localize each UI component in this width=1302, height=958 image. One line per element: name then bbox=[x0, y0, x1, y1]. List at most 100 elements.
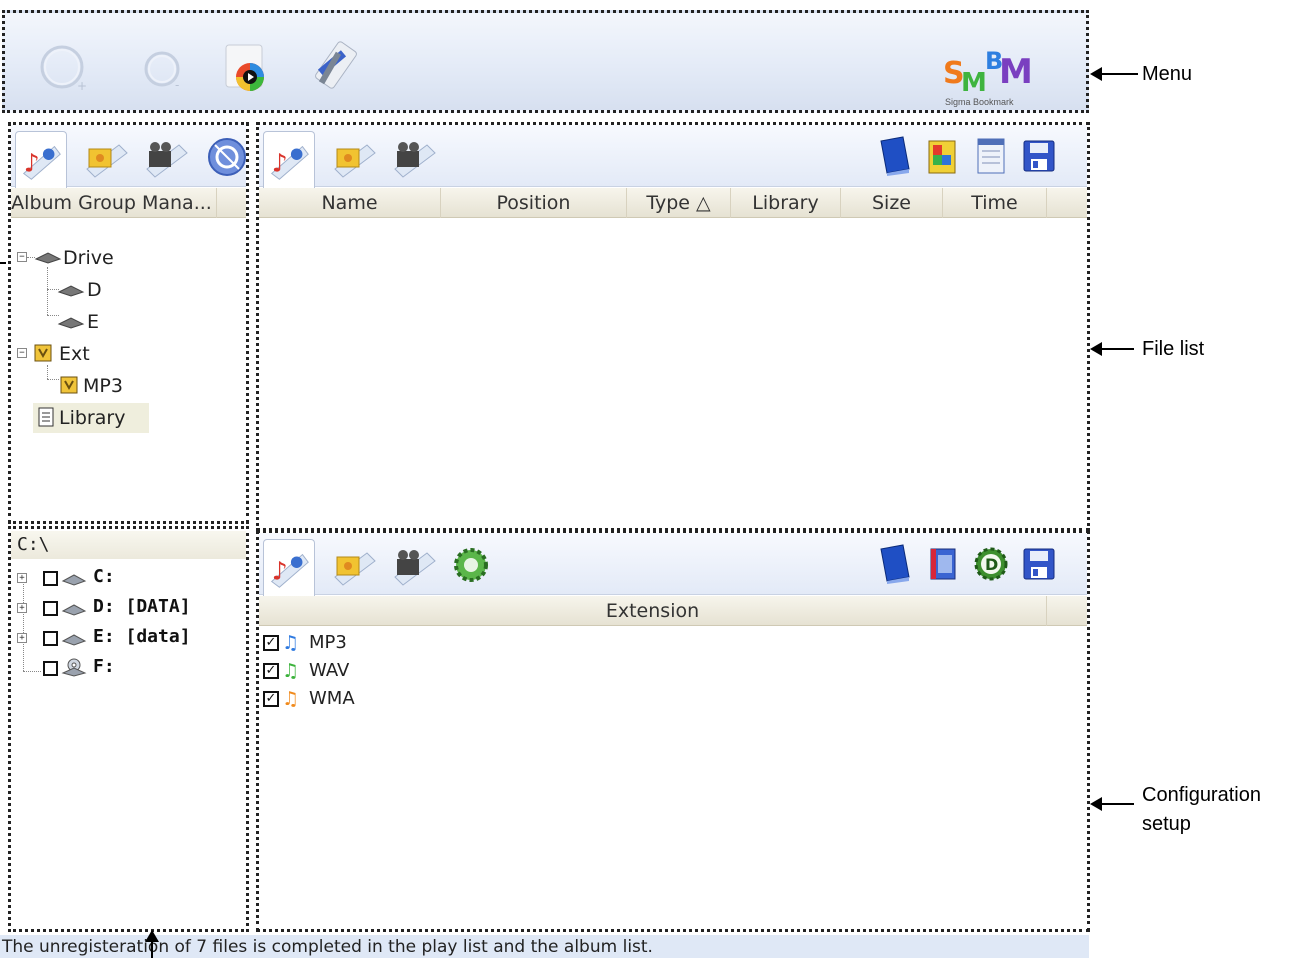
photo-tab[interactable] bbox=[329, 539, 381, 591]
drive-callout-arrow-head bbox=[145, 930, 159, 942]
book-icon[interactable] bbox=[875, 543, 915, 585]
drive-f-checkbox[interactable] bbox=[43, 661, 58, 676]
path-bar: C:\ bbox=[11, 531, 246, 559]
drive-d-icon bbox=[57, 282, 85, 298]
menu-bar: + - S M B M Sigma Bookmark bbox=[2, 10, 1089, 113]
remove-disc-icon[interactable]: - bbox=[135, 35, 195, 99]
column-name[interactable]: Name bbox=[259, 188, 441, 218]
status-bar: The unregisteration of 7 files is comple… bbox=[0, 935, 1089, 958]
svg-text:♪: ♪ bbox=[24, 149, 40, 178]
path-label: C:\ bbox=[17, 534, 50, 555]
extension-label: MP3 bbox=[309, 632, 347, 653]
cd-drive-icon bbox=[61, 657, 87, 677]
video-tab[interactable] bbox=[141, 131, 193, 183]
svg-text:-: - bbox=[175, 78, 179, 92]
svg-text:♪: ♪ bbox=[272, 557, 288, 586]
config-header-row: Extension bbox=[259, 596, 1087, 626]
tree-item-ext[interactable]: Ext bbox=[59, 342, 90, 366]
drive-e-icon bbox=[57, 314, 85, 330]
ext-folder-icon bbox=[33, 343, 53, 363]
tools-icon[interactable] bbox=[305, 35, 365, 99]
extension-label: WAV bbox=[309, 660, 350, 681]
drive-c-expand-toggle[interactable]: + bbox=[17, 573, 27, 583]
menu-callout-arrow bbox=[1090, 67, 1138, 81]
drive-d-expand-toggle[interactable]: + bbox=[17, 603, 27, 613]
column-size[interactable]: Size bbox=[841, 188, 943, 218]
tree-item-mp3[interactable]: MP3 bbox=[83, 374, 123, 398]
status-message: The unregisteration of 7 files is comple… bbox=[2, 937, 653, 957]
svg-text:+: + bbox=[77, 79, 87, 93]
album-header-row: Album Group Mana... bbox=[11, 188, 246, 218]
drive-c-checkbox[interactable] bbox=[43, 571, 58, 586]
orange-note-icon: ♫ bbox=[282, 688, 300, 710]
tree-item-e[interactable]: E bbox=[87, 310, 99, 334]
album-column-header[interactable]: Album Group Mana... bbox=[11, 188, 217, 218]
tree-item-d[interactable]: D bbox=[87, 278, 102, 302]
wma-checkbox[interactable]: ✓ bbox=[263, 691, 279, 707]
album-group-panel: ♪ Album Group Mana... − Drive D E − Ext … bbox=[8, 122, 249, 524]
puzzle-icon[interactable] bbox=[923, 135, 963, 177]
drive-collapse-toggle[interactable]: − bbox=[17, 252, 27, 262]
music-tab[interactable]: ♪ bbox=[15, 131, 67, 188]
column-library[interactable]: Library bbox=[731, 188, 841, 218]
album-callout-arrow-stub bbox=[0, 262, 6, 264]
tree-item-drive[interactable]: Drive bbox=[63, 246, 114, 270]
video-tab[interactable] bbox=[389, 539, 441, 591]
config-callout-line1: Configuration bbox=[1142, 784, 1261, 806]
drive-e-label[interactable]: E: [data] bbox=[93, 626, 191, 647]
drive-e-icon bbox=[61, 631, 87, 647]
sync-tab[interactable] bbox=[201, 131, 246, 183]
file-list-callout-arrow bbox=[1090, 342, 1134, 356]
save-icon[interactable] bbox=[1019, 543, 1059, 585]
album-tabstrip: ♪ bbox=[11, 125, 246, 188]
logo-caption: Sigma Bookmark bbox=[945, 97, 1014, 107]
mp3-checkbox[interactable]: ✓ bbox=[263, 635, 279, 651]
svg-text:M: M bbox=[961, 68, 987, 98]
library-doc-icon bbox=[37, 407, 55, 427]
ext-collapse-toggle[interactable]: − bbox=[17, 348, 27, 358]
drive-e-checkbox[interactable] bbox=[43, 631, 58, 646]
settings-tab[interactable] bbox=[445, 539, 497, 591]
photo-tab[interactable] bbox=[329, 131, 381, 183]
drive-c-label[interactable]: C: bbox=[93, 566, 115, 587]
svg-text:M: M bbox=[999, 52, 1033, 92]
film-icon[interactable] bbox=[923, 543, 963, 585]
video-tab[interactable] bbox=[389, 131, 441, 183]
photo-tab[interactable] bbox=[81, 131, 133, 183]
file-header-row: Name Position Type △ Library Size Time bbox=[259, 188, 1087, 218]
config-callout-line2: setup bbox=[1142, 813, 1191, 835]
config-callout-arrow bbox=[1090, 797, 1134, 811]
drive-d-label[interactable]: D: [DATA] bbox=[93, 596, 191, 617]
config-tabstrip: ♪ D bbox=[259, 533, 1087, 596]
tree-item-library[interactable]: Library bbox=[59, 406, 125, 430]
book-icon[interactable] bbox=[875, 135, 915, 177]
music-tab[interactable]: ♪ bbox=[263, 539, 315, 596]
drive-icon bbox=[34, 249, 62, 265]
drive-f-label[interactable]: F: bbox=[93, 656, 115, 677]
column-time[interactable]: Time bbox=[943, 188, 1047, 218]
blue-note-icon: ♫ bbox=[282, 632, 300, 654]
media-player-icon[interactable] bbox=[220, 35, 280, 99]
drive-d-checkbox[interactable] bbox=[43, 601, 58, 616]
column-position[interactable]: Position bbox=[441, 188, 627, 218]
add-disc-icon[interactable]: + bbox=[35, 35, 95, 99]
notes-icon[interactable] bbox=[971, 135, 1011, 177]
drive-d-icon bbox=[61, 601, 87, 617]
column-type[interactable]: Type △ bbox=[627, 188, 731, 218]
drive-e-expand-toggle[interactable]: + bbox=[17, 633, 27, 643]
file-list-body[interactable] bbox=[259, 219, 1087, 528]
drive-browser-panel: C:\ + C: + D: [DATA] + E: [data] F: bbox=[8, 526, 249, 932]
drive-c-icon bbox=[61, 571, 87, 587]
save-icon[interactable] bbox=[1019, 135, 1059, 177]
svg-text:D: D bbox=[985, 555, 998, 574]
file-list-callout: File list bbox=[1142, 338, 1205, 360]
mp3-folder-icon bbox=[59, 375, 79, 395]
file-list-panel: ♪ Name Position Type △ Library Size Time bbox=[256, 122, 1090, 531]
music-tab[interactable]: ♪ bbox=[263, 131, 315, 188]
svg-text:♪: ♪ bbox=[272, 149, 288, 178]
d-gear-icon[interactable]: D bbox=[971, 543, 1011, 585]
menu-callout: Menu bbox=[1142, 63, 1193, 85]
column-extension[interactable]: Extension bbox=[259, 596, 1047, 626]
green-note-icon: ♫ bbox=[282, 660, 300, 682]
wav-checkbox[interactable]: ✓ bbox=[263, 663, 279, 679]
